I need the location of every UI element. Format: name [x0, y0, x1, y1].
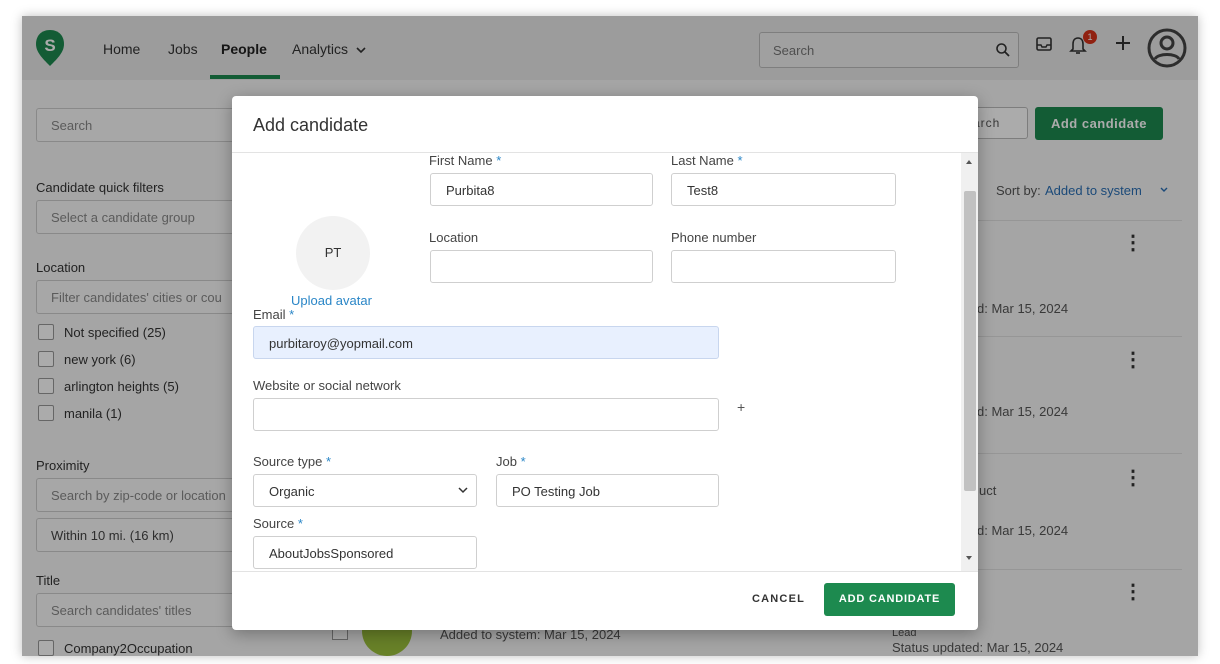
upload-avatar-link[interactable]: Upload avatar [291, 293, 372, 308]
required-mark: * [737, 153, 743, 168]
required-mark: * [326, 454, 332, 469]
email-label-text: Email [253, 307, 286, 322]
first-name-label: First Name * [429, 153, 501, 168]
job-value: PO Testing Job [512, 484, 600, 499]
last-name-label-text: Last Name [671, 153, 734, 168]
last-name-input[interactable]: Test8 [671, 173, 896, 206]
chevron-down-icon [458, 487, 468, 494]
source-label-text: Source [253, 516, 295, 531]
job-label-text: Job [496, 454, 517, 469]
source-type-value: Organic [269, 484, 315, 499]
first-name-label-text: First Name [429, 153, 493, 168]
required-mark: * [297, 516, 303, 531]
scroll-up-icon[interactable] [966, 160, 972, 164]
source-type-label: Source type * [253, 454, 331, 469]
dialog-footer-divider [232, 571, 978, 572]
add-website-button[interactable]: + [737, 399, 745, 415]
required-mark: * [520, 454, 526, 469]
dialog-body: PT Upload avatar First Name * Purbita8 L… [232, 153, 978, 571]
add-candidate-dialog: Add candidate PT Upload avatar First Nam… [232, 96, 978, 630]
first-name-input[interactable]: Purbita8 [430, 173, 653, 206]
dialog-title: Add candidate [253, 115, 369, 135]
source-label: Source * [253, 516, 303, 531]
first-name-value: Purbita8 [446, 183, 495, 198]
scrollbar-thumb[interactable] [964, 191, 976, 491]
phone-input[interactable] [671, 250, 896, 283]
phone-label: Phone number [671, 230, 757, 245]
required-mark: * [496, 153, 502, 168]
job-label: Job * [496, 454, 526, 469]
last-name-label: Last Name * [671, 153, 743, 168]
location-input[interactable] [430, 250, 653, 283]
scroll-down-icon[interactable] [966, 556, 972, 560]
last-name-value: Test8 [687, 183, 719, 198]
candidate-avatar-preview: PT [296, 216, 370, 290]
job-input[interactable]: PO Testing Job [496, 474, 719, 507]
add-candidate-button[interactable]: ADD CANDIDATE [824, 583, 955, 616]
website-input[interactable] [253, 398, 719, 431]
website-label: Website or social network [253, 378, 401, 393]
email-input[interactable]: purbitaroy@yopmail.com [253, 326, 719, 359]
location-label: Location [429, 230, 479, 245]
source-value: AboutJobsSponsored [269, 546, 394, 561]
source-input[interactable]: AboutJobsSponsored [253, 536, 477, 569]
required-mark: * [289, 307, 295, 322]
email-value: purbitaroy@yopmail.com [269, 336, 413, 351]
app-window: S Home Jobs People Analytics Search 1 Se… [22, 16, 1198, 656]
source-type-label-text: Source type [253, 454, 323, 469]
email-label: Email * [253, 307, 294, 322]
cancel-button[interactable]: CANCEL [752, 593, 805, 605]
source-type-select[interactable]: Organic [253, 474, 477, 507]
